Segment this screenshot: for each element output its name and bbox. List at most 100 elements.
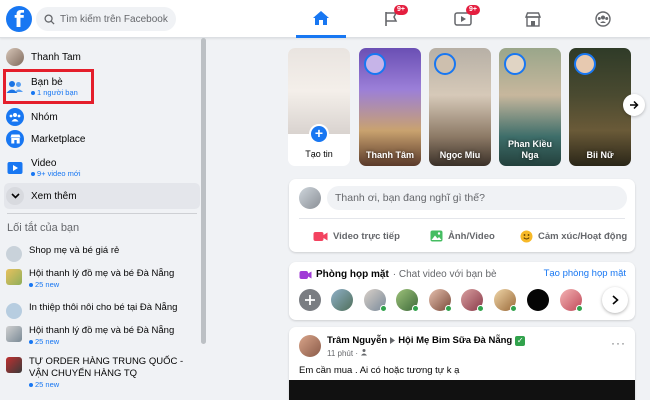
shortcut-item[interactable]: TỰ ORDER HÀNG TRUNG QUỐC - VẬN CHUYỂN HÀ… bbox=[6, 356, 202, 389]
verified-check-icon: ✓ bbox=[515, 335, 526, 346]
create-story-photo bbox=[288, 48, 350, 134]
post-composer: Thanh ơi, bạn đang nghĩ gì thế? Video tr… bbox=[289, 179, 635, 252]
nav-tab-groups[interactable] bbox=[578, 0, 628, 38]
shortcut-item[interactable]: Shop mẹ và bé giá rẻ bbox=[6, 245, 202, 262]
rooms-title: Phòng họp mặt bbox=[316, 269, 389, 280]
post-author-avatar[interactable] bbox=[299, 335, 321, 357]
shortcut-item[interactable]: In thiệp thôi nôi cho bé tại Đà Nẵng bbox=[6, 302, 202, 319]
sidebar-item-label: Nhóm bbox=[31, 111, 58, 123]
create-room-link[interactable]: Tạo phòng họp mặt bbox=[544, 268, 626, 279]
shortcut-label: Hội thanh lý đồ mẹ và bé Đà Nẵng bbox=[29, 325, 175, 336]
pages-badge: 9+ bbox=[394, 5, 408, 15]
live-video-icon bbox=[313, 231, 328, 241]
search-icon bbox=[44, 13, 55, 25]
photo-icon bbox=[430, 230, 443, 242]
contact-avatar[interactable] bbox=[429, 289, 452, 312]
composer-divider bbox=[299, 218, 625, 219]
story-avatar bbox=[504, 53, 526, 75]
sidebar-item-profile[interactable]: Thanh Tam bbox=[4, 44, 200, 70]
shortcut-thumbnail bbox=[6, 326, 22, 342]
post-media[interactable] bbox=[289, 380, 635, 400]
post-time[interactable]: 11 phút · bbox=[327, 349, 358, 358]
feeling-activity-label: Cảm xúc/Hoạt động bbox=[538, 230, 628, 242]
smiley-icon bbox=[520, 230, 533, 242]
plus-icon: + bbox=[309, 124, 329, 144]
contact-avatar[interactable] bbox=[560, 289, 583, 312]
story-card[interactable]: Ngọc Miu bbox=[429, 48, 491, 166]
contact-avatar[interactable] bbox=[461, 289, 484, 312]
contact-avatar[interactable] bbox=[494, 289, 517, 312]
shortcut-label: Shop mẹ và bé giá rẻ bbox=[29, 245, 120, 256]
search-input[interactable] bbox=[60, 13, 170, 25]
rooms-card: Phòng họp mặt · Chat video với bạn bè Tạ… bbox=[289, 262, 635, 320]
live-video-button[interactable]: Video trực tiếp bbox=[313, 226, 400, 246]
story-card[interactable]: Thanh Tâm bbox=[359, 48, 421, 166]
nav-tab-pages[interactable]: 9+ bbox=[366, 0, 416, 38]
friends-highlight-box bbox=[3, 69, 94, 104]
create-room-avatar[interactable] bbox=[299, 289, 321, 311]
contact-avatar[interactable] bbox=[527, 289, 549, 311]
plus-icon bbox=[299, 289, 321, 311]
shortcut-label: In thiệp thôi nôi cho bé tại Đà Nẵng bbox=[29, 302, 178, 313]
home-icon bbox=[313, 10, 329, 25]
groups-icon bbox=[595, 11, 611, 27]
rooms-subtitle: · Chat video với bạn bè bbox=[392, 269, 497, 280]
post-author-name[interactable]: Trâm Nguyễn bbox=[327, 335, 387, 346]
arrow-right-icon bbox=[630, 100, 639, 110]
chevron-down-icon bbox=[6, 187, 24, 205]
contact-avatar[interactable] bbox=[331, 289, 353, 311]
contact-avatar[interactable] bbox=[364, 289, 387, 312]
post-meta: 11 phút · bbox=[327, 348, 368, 358]
contact-avatar[interactable] bbox=[396, 289, 419, 312]
caret-right-icon bbox=[390, 337, 396, 344]
groups-icon bbox=[6, 108, 24, 126]
sidebar-divider bbox=[7, 213, 197, 214]
facebook-logo[interactable]: f bbox=[6, 6, 32, 32]
shortcut-item[interactable]: Hội thanh lý đồ mẹ và bé Đà Nẵng 25 new bbox=[6, 325, 202, 346]
feed-post: Trâm Nguyễn Hội Mẹ Bỉm Sữa Đà Nẵng ✓ 11 … bbox=[289, 327, 635, 400]
profile-avatar bbox=[6, 48, 24, 66]
composer-avatar bbox=[299, 187, 321, 209]
shortcut-label: Hội thanh lý đồ mẹ và bé Đà Nẵng bbox=[29, 268, 175, 279]
feeling-activity-button[interactable]: Cảm xúc/Hoạt động bbox=[520, 226, 627, 246]
stories-tray: + Tạo tin Thanh Tâm Ngọc Miu Phan Kiều N… bbox=[288, 48, 634, 166]
post-group-name[interactable]: Hội Mẹ Bỉm Sữa Đà Nẵng bbox=[398, 335, 512, 346]
story-card[interactable]: Phan Kiều Nga bbox=[499, 48, 561, 166]
sidebar-scrollbar[interactable] bbox=[201, 38, 206, 344]
sidebar-item-label: Marketplace bbox=[31, 133, 86, 145]
rooms-header: Phòng họp mặt · Chat video với bạn bè bbox=[299, 269, 497, 280]
watch-badge: 9+ bbox=[466, 5, 480, 15]
rooms-next-button[interactable] bbox=[602, 287, 628, 313]
shortcut-new-count: 25 new bbox=[29, 280, 174, 289]
story-author: Ngọc Miu bbox=[439, 150, 481, 160]
sidebar-see-more[interactable]: Xem thêm bbox=[4, 183, 200, 209]
story-card[interactable]: Bii Nữ bbox=[569, 48, 631, 166]
post-header: Trâm Nguyễn Hội Mẹ Bỉm Sữa Đà Nẵng ✓ bbox=[327, 335, 526, 346]
nav-tab-watch[interactable]: 9+ bbox=[438, 0, 488, 38]
shortcut-thumbnail bbox=[6, 357, 22, 373]
post-text: Em cần mua . Ai có hoặc tương tự k ạ bbox=[299, 365, 460, 376]
post-options-button[interactable]: ··· bbox=[611, 336, 626, 350]
shortcut-new-count: 25 new bbox=[29, 380, 202, 389]
create-story-card[interactable]: + Tạo tin bbox=[288, 48, 350, 166]
sidebar-item-label: Xem thêm bbox=[31, 190, 77, 202]
chevron-right-icon bbox=[611, 295, 619, 305]
photo-video-label: Ảnh/Video bbox=[448, 230, 495, 242]
sidebar-item-video[interactable]: Video 9+ video mới bbox=[4, 152, 200, 184]
shortcut-item[interactable]: Hội thanh lý đồ mẹ và bé Đà Nẵng 25 new bbox=[6, 268, 202, 289]
story-author: Thanh Tâm bbox=[365, 150, 414, 160]
search-box[interactable] bbox=[36, 7, 176, 31]
story-author: Bii Nữ bbox=[586, 150, 614, 160]
top-navigation-bar: f 9+ 9+ bbox=[0, 0, 650, 38]
nav-tab-marketplace[interactable] bbox=[508, 0, 558, 38]
stories-next-button[interactable] bbox=[623, 94, 645, 116]
composer-input[interactable]: Thanh ơi, bạn đang nghĩ gì thế? bbox=[327, 186, 627, 210]
photo-video-button[interactable]: Ảnh/Video bbox=[430, 226, 495, 246]
sidebar-item-marketplace[interactable]: Marketplace bbox=[4, 126, 200, 152]
shortcut-new-count: 25 new bbox=[29, 337, 174, 346]
story-avatar bbox=[434, 53, 456, 75]
sidebar-item-label: Video bbox=[31, 158, 57, 169]
video-count: 9+ video mới bbox=[31, 169, 80, 178]
nav-tab-home[interactable] bbox=[296, 0, 346, 38]
shortcut-thumbnail bbox=[6, 269, 22, 285]
